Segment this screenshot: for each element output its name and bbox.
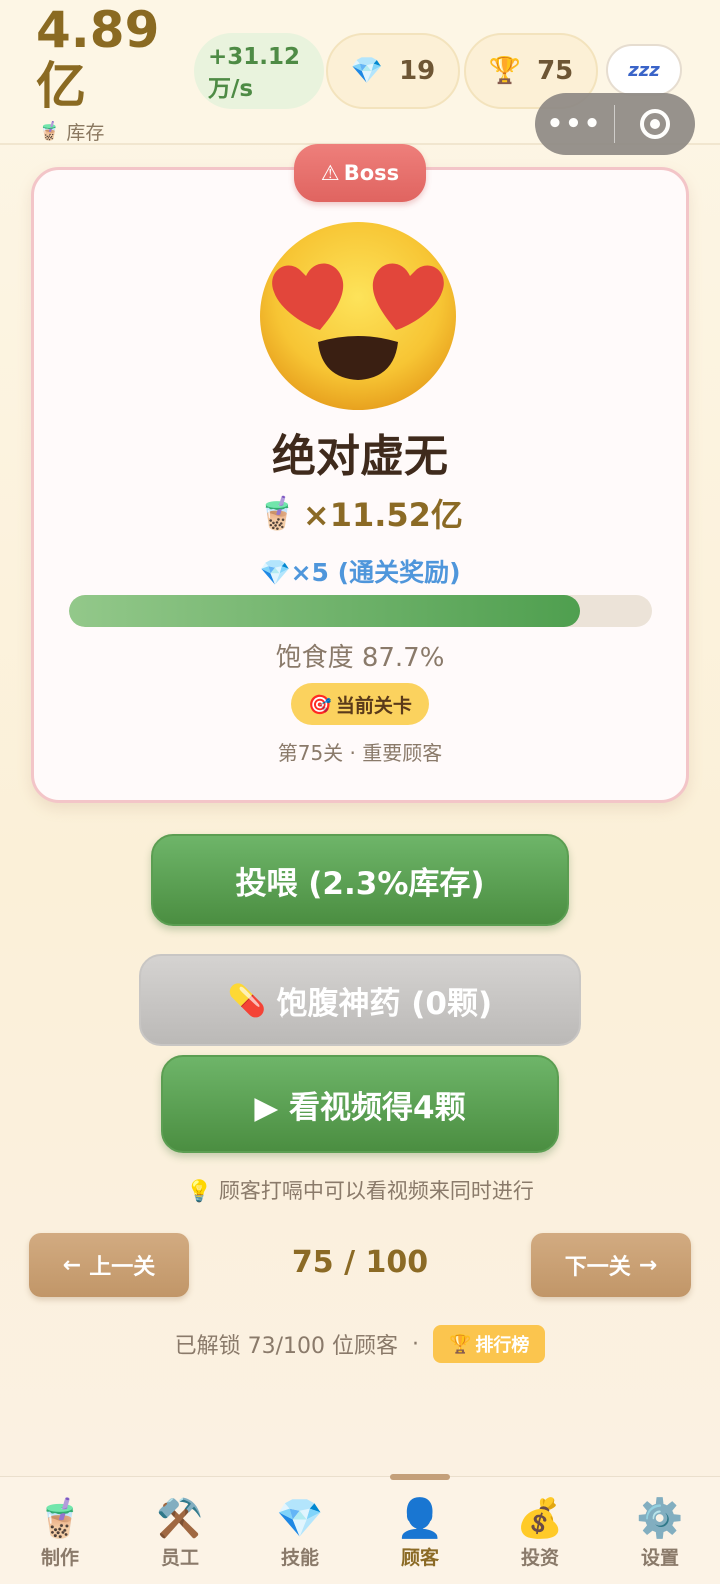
satiety-progress-bar: [69, 595, 652, 627]
gem-icon: 💎: [259, 558, 291, 587]
tip-row: 💡 顾客打嗝中可以看视频来同时进行: [0, 1175, 720, 1205]
more-options-button[interactable]: •••: [535, 93, 614, 155]
miniprogram-capsule: •••: [535, 93, 695, 155]
leaderboard-button[interactable]: 🏆 排行榜: [432, 1325, 546, 1363]
gem-icon: 💎: [350, 56, 384, 86]
tab-skills[interactable]: 💎 技能: [240, 1477, 360, 1584]
arrow-right-icon: →: [638, 1252, 658, 1278]
boss-tag: ⚠ Boss: [294, 144, 426, 202]
tab-customers[interactable]: 👤 顾客: [360, 1474, 480, 1584]
hammer-wrench-icon: ⚒️: [156, 1496, 204, 1540]
next-level-button[interactable]: 下一关 →: [531, 1233, 691, 1297]
trophy-icon: 🏆: [448, 1333, 472, 1355]
tab-label: 投资: [520, 1547, 559, 1569]
boss-name: 绝对虚无: [272, 431, 448, 482]
satiety-progress-fill: [69, 595, 581, 627]
money-bag-icon: 💰: [516, 1496, 564, 1540]
unlocked-count: 已解锁 73/100 位顾客: [174, 1334, 398, 1359]
feed-button[interactable]: 投喂 (2.3%库存): [151, 834, 569, 926]
tab-staff[interactable]: ⚒️ 员工: [120, 1477, 240, 1584]
tab-make[interactable]: 🧋 制作: [0, 1477, 120, 1584]
tab-label: 员工: [160, 1547, 199, 1569]
tab-invest[interactable]: 💰 投资: [480, 1477, 600, 1584]
bubble-tea-icon: 🧋: [38, 121, 61, 142]
trophy-count: 75: [537, 56, 574, 86]
warning-icon: ⚠: [320, 161, 340, 185]
bubble-tea-icon: 🧋: [257, 494, 297, 532]
tab-settings[interactable]: ⚙️ 设置: [600, 1477, 720, 1584]
tab-label: 顾客: [400, 1547, 439, 1569]
tip-text: 顾客打嗝中可以看视频来同时进行: [218, 1179, 534, 1203]
next-level-label: 下一关: [564, 1255, 631, 1280]
satiety-pill-button[interactable]: 💊 饱腹神药 (0颗): [139, 954, 581, 1046]
bottom-tab-bar: 🧋 制作 ⚒️ 员工 💎 技能 👤 顾客 💰 投资 ⚙️ 设置: [0, 1474, 720, 1584]
gem-counter[interactable]: 💎 19: [326, 33, 460, 109]
satiety-label: 饱食度 87.7%: [275, 643, 445, 673]
boss-tag-label: Boss: [343, 161, 400, 185]
current-level-badge: 🎯 当前关卡: [291, 683, 429, 725]
separator-dot: ·: [411, 1331, 419, 1357]
sleep-button[interactable]: zzz: [606, 44, 682, 96]
heart-eyes-emoji-icon[interactable]: [258, 218, 458, 412]
tab-label: 制作: [40, 1547, 79, 1569]
current-level-badge-label: 当前关卡: [335, 694, 412, 717]
sleep-icon: zzz: [628, 59, 660, 81]
boss-hunger-value: ×11.52亿: [302, 496, 463, 534]
trophy-icon: 🏆: [488, 56, 522, 86]
stock-label-row: 🧋 库存: [38, 118, 104, 145]
target-icon: 🎯: [308, 693, 332, 716]
bubble-tea-icon: 🧋: [36, 1496, 84, 1540]
close-miniprogram-button[interactable]: [615, 93, 694, 155]
pill-icon: 💊: [227, 982, 267, 1019]
person-icon: 👤: [396, 1496, 444, 1540]
gem-icon: 💎: [276, 1496, 324, 1540]
boss-reward-text: ×5 (通关奖励): [290, 558, 461, 587]
gem-count: 19: [399, 56, 436, 86]
lightbulb-icon: 💡: [186, 1179, 213, 1203]
satiety-pill-label: 饱腹神药 (0颗): [276, 985, 493, 1022]
unlocked-row: 已解锁 73/100 位顾客 · 🏆 排行榜: [0, 1325, 720, 1363]
tab-label: 技能: [280, 1547, 319, 1569]
top-bar: 4.89亿 🧋 库存 +31.12万/s 💎 19 🏆 75 zzz •••: [0, 0, 720, 155]
gear-icon: ⚙️: [636, 1496, 684, 1540]
leaderboard-label: 排行榜: [475, 1335, 530, 1356]
boss-hunger-row: 🧋 ×11.52亿: [0, 490, 720, 536]
tab-label: 设置: [640, 1547, 679, 1569]
boss-reward-row: 💎×5 (通关奖励): [0, 553, 720, 589]
stock-value: 4.89亿: [36, 1, 160, 115]
target-icon: [639, 109, 670, 139]
level-info: 第75关 · 重要顾客: [277, 741, 443, 765]
stock-label: 库存: [66, 122, 105, 144]
watch-video-button[interactable]: ▶ 看视频得4颗: [161, 1055, 559, 1153]
income-rate-badge: +31.12万/s: [194, 33, 324, 109]
